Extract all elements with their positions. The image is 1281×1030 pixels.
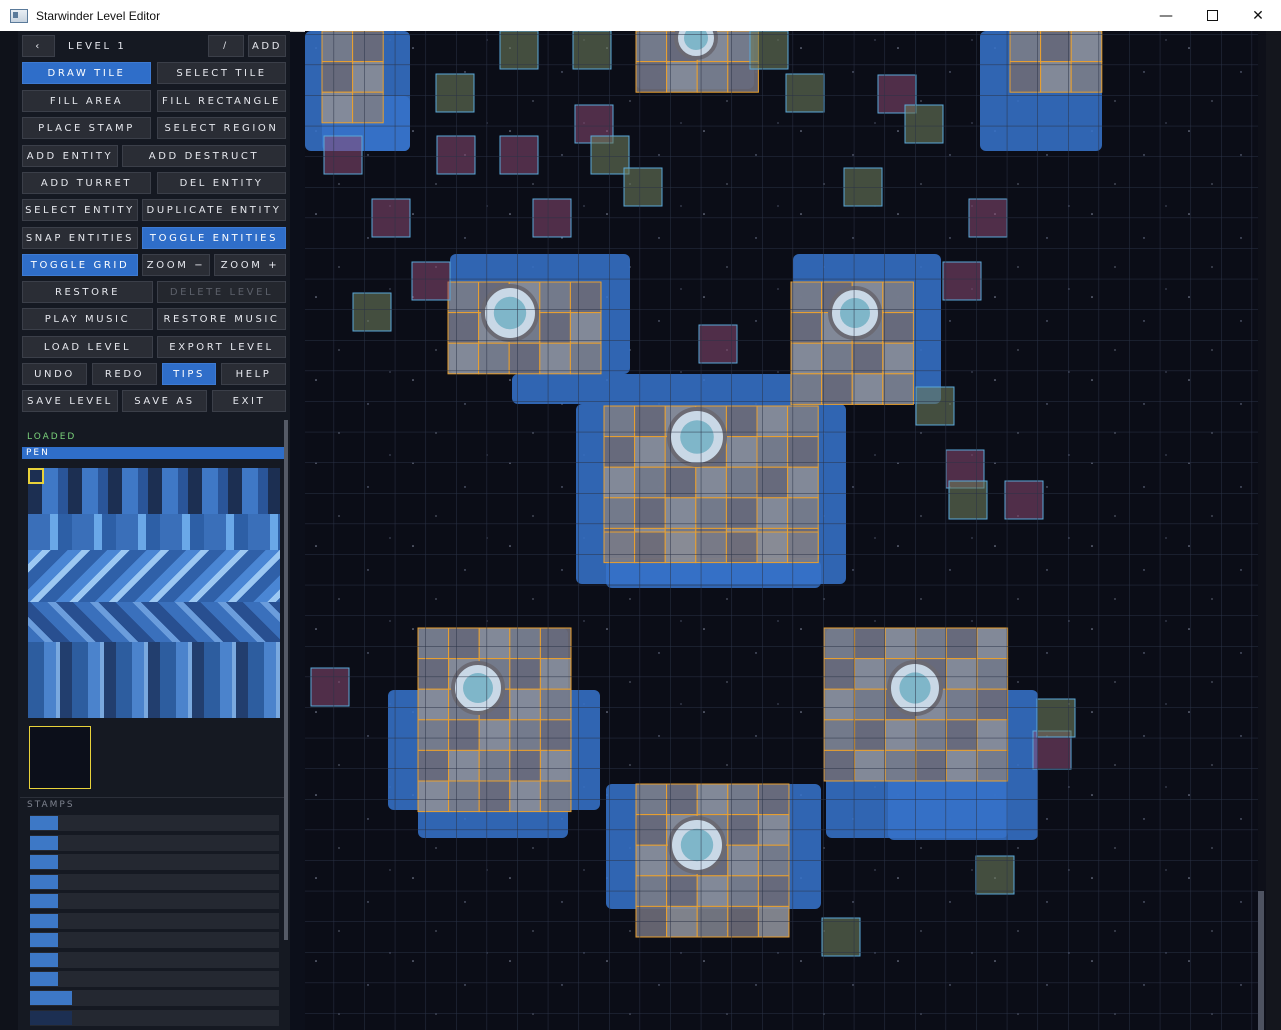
exit-button[interactable]: EXIT bbox=[212, 390, 286, 412]
save-as-button[interactable]: SAVE AS bbox=[122, 390, 207, 412]
stamp-item[interactable] bbox=[30, 990, 279, 1006]
zoom-in-button[interactable]: ZOOM + bbox=[214, 254, 286, 276]
stamp-item[interactable] bbox=[30, 874, 279, 890]
play-music-button[interactable]: PLAY MUSIC bbox=[22, 308, 153, 330]
tileset-palette[interactable] bbox=[28, 468, 280, 718]
place-stamp-button[interactable]: PLACE STAMP bbox=[22, 117, 151, 139]
add-entity-button[interactable]: ADD ENTITY bbox=[22, 145, 118, 167]
stamp-item[interactable] bbox=[30, 854, 279, 870]
toggle-grid-button[interactable]: TOGGLE GRID bbox=[22, 254, 138, 276]
delete-level-button[interactable]: DELETE LEVEL bbox=[157, 281, 286, 303]
stamp-thumbnail bbox=[30, 914, 58, 928]
tileset-row bbox=[28, 602, 280, 642]
fill-rectangle-button[interactable]: FILL RECTANGLE bbox=[157, 90, 286, 112]
close-button[interactable]: ✕ bbox=[1235, 0, 1281, 31]
tileset-row bbox=[28, 514, 280, 550]
rename-level-button[interactable]: ∕ bbox=[208, 35, 244, 57]
map-scrollbar-thumb[interactable] bbox=[1258, 891, 1264, 1030]
stamp-item[interactable] bbox=[30, 932, 279, 948]
close-icon: ✕ bbox=[1252, 7, 1264, 24]
selected-tile-preview bbox=[29, 726, 91, 789]
select-tile-button[interactable]: SELECT TILE bbox=[157, 62, 286, 84]
undo-button[interactable]: UNDO bbox=[22, 363, 87, 385]
maximize-button[interactable] bbox=[1189, 0, 1235, 31]
stamp-thumbnail bbox=[30, 816, 58, 830]
restore-button[interactable]: RESTORE bbox=[22, 281, 153, 303]
add-turret-button[interactable]: ADD TURRET bbox=[22, 172, 151, 194]
add-destruct-button[interactable]: ADD DESTRUCT bbox=[122, 145, 286, 167]
stamp-thumbnail bbox=[30, 875, 58, 889]
minimize-icon: — bbox=[1159, 7, 1173, 24]
level-map[interactable] bbox=[305, 31, 1258, 1030]
stamp-item[interactable] bbox=[30, 835, 279, 851]
redo-button[interactable]: REDO bbox=[92, 363, 157, 385]
stamps-label: STAMPS bbox=[27, 800, 75, 810]
export-level-button[interactable]: EXPORT LEVEL bbox=[157, 336, 286, 358]
add-level-button[interactable]: ADD bbox=[248, 35, 286, 57]
tileset-row bbox=[28, 550, 280, 602]
stamp-thumbnail bbox=[30, 972, 58, 986]
snap-entities-button[interactable]: SNAP ENTITIES bbox=[22, 227, 138, 249]
chevron-left-icon: ‹ bbox=[35, 40, 42, 52]
map-grid bbox=[305, 31, 1258, 1030]
stamp-item[interactable] bbox=[30, 893, 279, 909]
select-region-button[interactable]: SELECT REGION bbox=[157, 117, 286, 139]
tileset-row bbox=[28, 468, 280, 514]
minimize-button[interactable]: — bbox=[1143, 0, 1189, 31]
window-titlebar: Starwinder Level Editor bbox=[0, 0, 1281, 32]
stamp-thumbnail bbox=[30, 991, 72, 1005]
stamp-thumbnail bbox=[30, 933, 58, 947]
draw-tile-button[interactable]: DRAW TILE bbox=[22, 62, 151, 84]
window-right-edge bbox=[1266, 31, 1281, 1030]
level-map-canvas[interactable] bbox=[305, 31, 1258, 1030]
tileset-selection-marker bbox=[28, 468, 44, 484]
stamp-item[interactable] bbox=[30, 913, 279, 929]
stamp-item[interactable] bbox=[30, 952, 279, 968]
load-level-button[interactable]: LOAD LEVEL bbox=[22, 336, 153, 358]
fill-area-button[interactable]: FILL AREA bbox=[22, 90, 151, 112]
map-scrollbar[interactable] bbox=[1258, 31, 1266, 1030]
select-entity-button[interactable]: SELECT ENTITY bbox=[22, 199, 138, 221]
stamp-thumbnail bbox=[30, 1011, 72, 1025]
sidebar-edge bbox=[0, 31, 18, 1030]
current-tool-label: PEN bbox=[22, 447, 284, 459]
stamp-item[interactable] bbox=[30, 815, 279, 831]
duplicate-entity-button[interactable]: DUPLICATE ENTITY bbox=[142, 199, 286, 221]
toggle-entities-button[interactable]: TOGGLE ENTITIES bbox=[142, 227, 286, 249]
level-label: LEVEL 1 bbox=[68, 40, 127, 52]
tileset-row bbox=[28, 642, 280, 718]
window-title: Starwinder Level Editor bbox=[36, 8, 161, 23]
maximize-icon bbox=[1206, 10, 1218, 21]
app-icon bbox=[10, 8, 28, 23]
zoom-out-button[interactable]: ZOOM − bbox=[142, 254, 210, 276]
stamp-item[interactable] bbox=[30, 1010, 279, 1026]
pencil-icon: ∕ bbox=[223, 41, 229, 51]
stamp-thumbnail bbox=[30, 836, 58, 850]
help-button[interactable]: HELP bbox=[221, 363, 286, 385]
del-entity-button[interactable]: DEL ENTITY bbox=[157, 172, 286, 194]
stamp-item[interactable] bbox=[30, 971, 279, 987]
restore-music-button[interactable]: RESTORE MUSIC bbox=[157, 308, 286, 330]
prev-level-button[interactable]: ‹ bbox=[22, 35, 55, 57]
save-level-button[interactable]: SAVE LEVEL bbox=[22, 390, 118, 412]
divider bbox=[20, 797, 284, 798]
stamp-thumbnail bbox=[30, 894, 58, 908]
stamp-thumbnail bbox=[30, 953, 58, 967]
status-text: LOADED bbox=[27, 432, 77, 442]
stamp-thumbnail bbox=[30, 855, 58, 869]
sidebar-scrollbar[interactable] bbox=[284, 420, 288, 940]
tips-button[interactable]: TIPS bbox=[162, 363, 216, 385]
